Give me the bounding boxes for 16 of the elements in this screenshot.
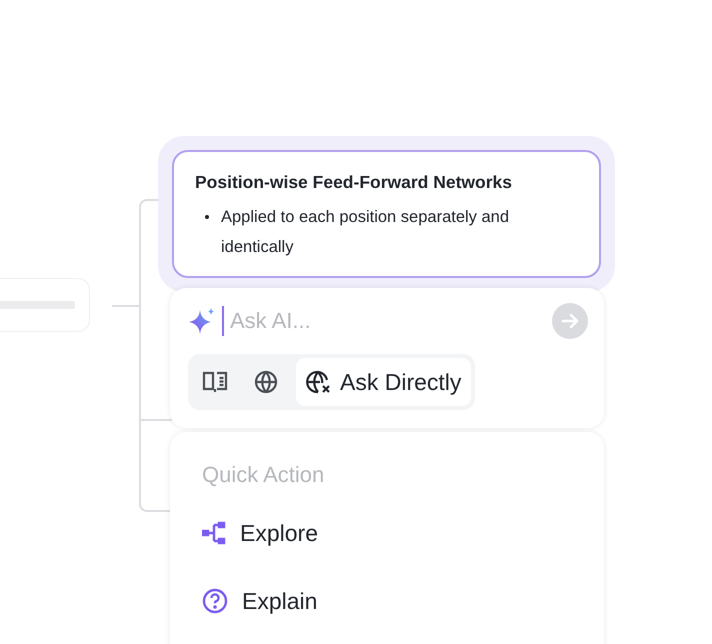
bullet-icon <box>205 215 209 219</box>
arrow-right-icon <box>561 312 579 330</box>
globe-cross-icon <box>306 370 332 394</box>
sparkle-icon <box>188 307 216 335</box>
node-title: Position-wise Feed-Forward Networks <box>195 172 513 193</box>
branch-icon <box>202 521 226 545</box>
ask-input-field[interactable]: Ask AI... <box>222 306 552 336</box>
globe-icon <box>254 370 278 394</box>
question-icon <box>202 588 228 614</box>
bullet-text: Applied to each position separately and identically <box>221 208 510 256</box>
mode-tab[interactable]: Ask Directly <box>296 358 472 406</box>
menu-item[interactable]: Explain <box>202 578 318 624</box>
menu-item[interactable]: Explore <box>202 510 318 556</box>
menu-heading: Quick Action <box>202 462 326 488</box>
book-icon <box>202 370 228 394</box>
node-card[interactable]: Position-wise Feed-Forward Networks Applied to each position separately and identically <box>172 150 601 278</box>
